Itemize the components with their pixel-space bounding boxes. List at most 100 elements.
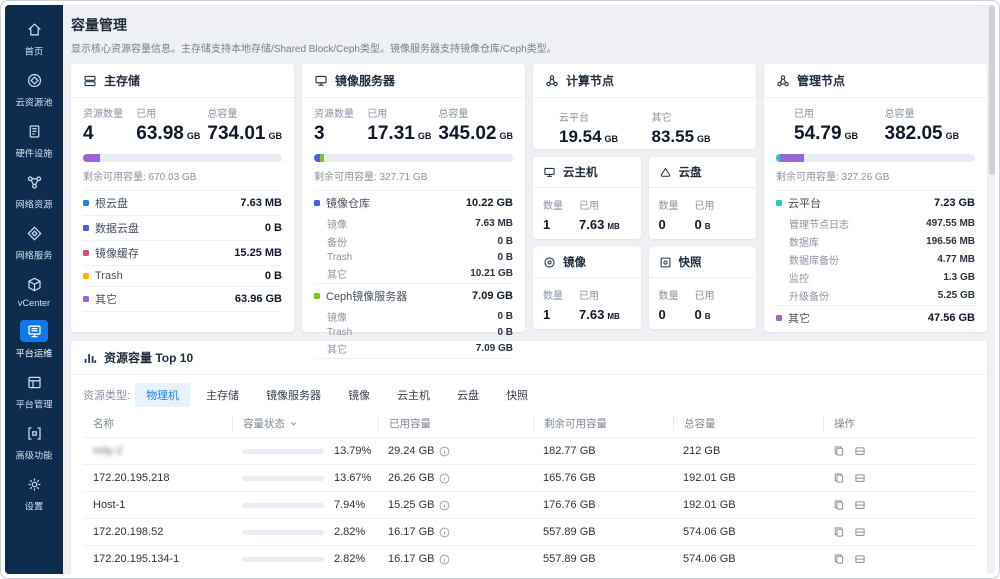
tab-vm[interactable]: 云主机 [386, 383, 441, 407]
sidebar-item-platform-ops[interactable]: 平台运维 [5, 315, 63, 366]
capacity-pct: 13.79% [334, 445, 371, 457]
row-name: 172.20.195.134-1 [83, 553, 232, 565]
remaining-capacity: 557.89 GB [533, 526, 673, 538]
image-card: 镜像 数量1 已用7.63MB [533, 247, 641, 329]
vm-used: 7.63 [579, 217, 604, 232]
capacity-pct: 2.82% [334, 553, 365, 565]
copy-icon[interactable] [833, 472, 845, 484]
remaining-capacity: 剩余可用容量: 327.71 GB [314, 168, 513, 183]
tab-physical-host[interactable]: 物理机 [135, 383, 190, 407]
sidebar: 首页 云资源池 硬件设施 网络资源 网络服务 vCenter 平台运维 平台管 [5, 5, 63, 574]
row-name: 172.20.195.218 [83, 472, 232, 484]
sidebar-item-advanced[interactable]: 高级功能 [5, 417, 63, 468]
sort-caret-icon [289, 419, 298, 428]
list-subitem: Trash0 B [314, 326, 513, 340]
copy-icon[interactable] [833, 445, 845, 457]
list-subitem: 备份0 B [314, 233, 513, 251]
remaining-capacity: 176.76 GB [533, 499, 673, 511]
scrollbar[interactable] [989, 5, 995, 574]
total-capacity: 574.06 GB [673, 526, 823, 538]
table-row: 172.20.195.134-1 2.82% 16.17 GB 557.89 G… [83, 545, 975, 572]
remaining-capacity: 557.89 GB [533, 553, 673, 565]
card-title: 管理节点 [797, 72, 845, 89]
used-capacity: 26.26 GB [388, 472, 434, 484]
col-remaining: 剩余可用容量 [533, 416, 673, 431]
info-icon[interactable] [439, 473, 450, 484]
volume-used: 0 [695, 217, 702, 232]
volume-count: 0 [659, 217, 679, 232]
copy-icon[interactable] [833, 526, 845, 538]
disk-icon[interactable] [854, 526, 866, 538]
resource-count: 3 [314, 124, 367, 145]
info-icon[interactable] [439, 554, 450, 565]
tab-primary-storage[interactable]: 主存储 [195, 383, 250, 407]
copy-icon[interactable] [833, 553, 845, 565]
disk-icon[interactable] [854, 553, 866, 565]
info-icon[interactable] [439, 446, 450, 457]
sidebar-item-label: 云资源池 [7, 95, 60, 109]
sidebar-item-network-service[interactable]: 网络服务 [5, 217, 63, 268]
sidebar-item-network-resource[interactable]: 网络资源 [5, 166, 63, 217]
volume-icon [659, 166, 672, 179]
used-capacity: 15.25 GB [388, 499, 434, 511]
disk-icon[interactable] [854, 472, 866, 484]
info-icon[interactable] [439, 527, 450, 538]
page-title: 容量管理 [71, 15, 987, 35]
vm-card: 云主机 数量1 已用7.63MB [533, 157, 641, 239]
col-capacity-status[interactable]: 容量状态 [232, 416, 378, 431]
bar-chart-icon [83, 351, 97, 365]
image-server-card: 镜像服务器 资源数量 3 已用 17.31GB [302, 64, 525, 332]
list-item: 镜像缓存15.25 MB [83, 240, 282, 265]
total-value: 382.05 [885, 123, 943, 144]
copy-icon[interactable] [833, 499, 845, 511]
disk-icon[interactable] [854, 445, 866, 457]
scrollbar-thumb[interactable] [989, 5, 995, 175]
platform-ops-icon [20, 320, 48, 342]
tab-image[interactable]: 镜像 [337, 383, 381, 407]
used-capacity: 16.17 GB [388, 553, 434, 565]
sidebar-item-hardware[interactable]: 硬件设施 [5, 115, 63, 166]
vm-count: 1 [543, 217, 563, 232]
table-row: 172.20.195.218 13.67% 26.26 GB 165.76 GB… [83, 464, 975, 491]
used-unit: GB [187, 131, 201, 141]
info-icon[interactable] [439, 500, 450, 511]
legend-dot [83, 296, 89, 302]
main-content: 容量管理 显示核心资源容量信息。主存储支持本地存储/Shared Block/C… [63, 5, 995, 574]
tab-image-server[interactable]: 镜像服务器 [255, 383, 332, 407]
cloud-pool-icon [20, 69, 48, 91]
list-item: 根云盘7.63 MB [83, 191, 282, 215]
capacity-bar [242, 503, 324, 508]
vcenter-icon [20, 273, 48, 295]
capacity-bar [242, 530, 324, 535]
list-item: Trash0 B [83, 265, 282, 286]
volume-card: 云盘 数量0 已用0B [649, 157, 757, 239]
image-count: 1 [543, 307, 563, 322]
mini-cards-grid: 云主机 数量1 已用7.63MB 云盘 数量0 [533, 157, 756, 329]
list-subitem: Trash0 B [314, 251, 513, 265]
stat-label: 总容量 [438, 105, 513, 120]
sidebar-item-platform-mgmt[interactable]: 平台管理 [5, 366, 63, 417]
filter-label: 资源类型: [83, 387, 130, 403]
sidebar-item-label: 硬件设施 [7, 146, 60, 160]
total-capacity: 192.01 GB [673, 472, 823, 484]
sidebar-item-cloud-pool[interactable]: 云资源池 [5, 64, 63, 115]
tab-snapshot[interactable]: 快照 [495, 383, 539, 407]
tab-volume[interactable]: 云盘 [446, 383, 490, 407]
total-value: 734.01 [207, 123, 265, 144]
sidebar-item-home[interactable]: 首页 [5, 13, 63, 64]
network-resource-icon [20, 171, 48, 193]
list-subitem: 镜像0 B [314, 308, 513, 326]
disk-icon[interactable] [854, 499, 866, 511]
sidebar-item-vcenter[interactable]: vCenter [5, 268, 63, 315]
usage-breakdown-list: 镜像仓库10.22 GB 镜像7.63 MB 备份0 B Trash0 B 其它… [314, 190, 513, 359]
total-value: 345.02 [438, 123, 496, 144]
snapshot-count: 0 [659, 307, 679, 322]
stat-label: 总容量 [207, 105, 282, 120]
usage-bar [83, 154, 282, 162]
sidebar-item-settings[interactable]: 设置 [5, 468, 63, 519]
remaining-capacity: 182.77 GB [533, 445, 673, 457]
resource-count: 4 [83, 124, 136, 145]
capacity-bar [242, 557, 324, 562]
card-title: 主存储 [104, 72, 140, 89]
remaining-capacity: 剩余可用容量: 670.03 GB [83, 168, 282, 183]
